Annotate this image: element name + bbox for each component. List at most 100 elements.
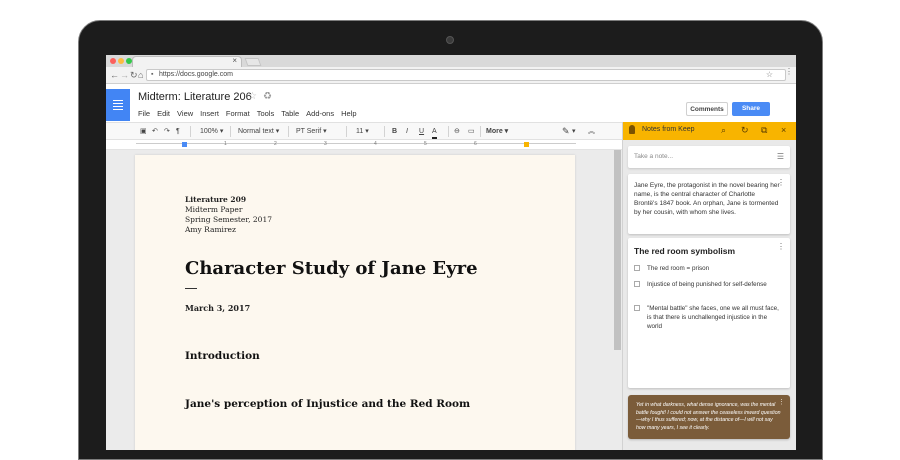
toolbar-divider bbox=[346, 126, 347, 137]
menu-insert[interactable]: Insert bbox=[200, 109, 219, 118]
format-toolbar: ▣ ↶ ↷ ¶ 100% ▾ Normal text ▾ PT Serif ▾ … bbox=[106, 122, 622, 140]
italic-button[interactable]: I bbox=[406, 126, 408, 137]
comment-icon[interactable]: ▭ bbox=[468, 126, 475, 137]
menu-bar: File Edit View Insert Format Tools Table… bbox=[138, 109, 357, 118]
collapse-toolbar-icon[interactable]: ︽ bbox=[588, 126, 595, 137]
take-note-placeholder: Take a note... bbox=[634, 153, 674, 160]
ruler-number: 4 bbox=[374, 141, 377, 147]
refresh-icon[interactable]: ↻ bbox=[741, 124, 749, 136]
font-value: PT Serif bbox=[296, 128, 322, 135]
keep-checklist-card[interactable]: The red room symbolism ⋮ The red room = … bbox=[628, 238, 790, 388]
ruler-number: 5 bbox=[424, 141, 427, 147]
keep-header: Notes from Keep ⌕ ↻ ⧉ × bbox=[623, 122, 796, 140]
menu-view[interactable]: View bbox=[177, 109, 193, 118]
menu-file[interactable]: File bbox=[138, 109, 150, 118]
checkbox[interactable] bbox=[634, 305, 640, 311]
document-heading: Character Study of Jane Eyre bbox=[185, 258, 478, 279]
back-icon[interactable]: ← bbox=[110, 69, 119, 81]
forward-icon[interactable]: → bbox=[120, 69, 129, 81]
browser-tab[interactable]: × bbox=[132, 56, 242, 67]
checklist-title: The red room symbolism bbox=[634, 246, 736, 256]
menu-help[interactable]: Help bbox=[341, 109, 356, 118]
checkbox[interactable] bbox=[634, 265, 640, 271]
url-text: https://docs.google.com bbox=[159, 71, 233, 78]
toolbar-divider bbox=[448, 126, 449, 137]
docs-header: Midterm: Literature 206 ☆ ♻ File Edit Vi… bbox=[106, 84, 796, 122]
paper-type-line: Midterm Paper bbox=[185, 205, 243, 214]
address-bar-row: ← → ↻ ⌂ ▪ https://docs.google.com ☆ ⋮ bbox=[106, 67, 796, 84]
document-scrollbar[interactable] bbox=[614, 150, 621, 350]
note-menu-icon[interactable]: ⋮ bbox=[778, 398, 785, 406]
section-heading-introduction: Introduction bbox=[185, 350, 260, 362]
tab-close-icon[interactable]: × bbox=[232, 56, 237, 65]
bold-button[interactable]: B bbox=[392, 126, 397, 137]
browser-menu-icon[interactable]: ⋮ bbox=[785, 67, 793, 76]
bookmark-star-icon[interactable]: ☆ bbox=[766, 70, 773, 79]
note-menu-icon[interactable]: ⋮ bbox=[777, 242, 785, 251]
keep-side-panel: Notes from Keep ⌕ ↻ ⧉ × Take a note... ☰… bbox=[622, 122, 796, 450]
underline-button[interactable]: U bbox=[419, 126, 424, 137]
star-document-icon[interactable]: ☆ bbox=[248, 91, 257, 102]
note-text: Jane Eyre, the protagonist in the novel … bbox=[634, 182, 780, 216]
keep-quote-card[interactable]: Yet in what darkness, what dense ignoran… bbox=[628, 395, 790, 439]
author-line: Amy Ramirez bbox=[185, 225, 236, 234]
checkbox[interactable] bbox=[634, 281, 640, 287]
menu-edit[interactable]: Edit bbox=[157, 109, 170, 118]
menu-format[interactable]: Format bbox=[226, 109, 250, 118]
share-label: Share bbox=[741, 105, 761, 112]
text-color-button[interactable]: A bbox=[432, 126, 437, 139]
zoom-value: 100% bbox=[200, 128, 218, 135]
pen-icon[interactable]: ✎ bbox=[562, 126, 570, 137]
print-icon[interactable]: ▣ bbox=[140, 126, 147, 137]
redo-icon[interactable]: ↷ bbox=[164, 126, 170, 137]
new-list-icon[interactable]: ☰ bbox=[777, 152, 784, 161]
comments-button[interactable]: Comments bbox=[686, 102, 728, 116]
section-heading-red-room: Jane's perception of Injustice and the R… bbox=[185, 398, 471, 410]
minimize-window-icon[interactable] bbox=[118, 58, 124, 64]
search-icon[interactable]: ⌕ bbox=[721, 124, 726, 136]
style-select[interactable]: Normal text ▾ bbox=[238, 126, 279, 137]
share-button[interactable]: Share bbox=[732, 102, 770, 116]
ruler-number: 2 bbox=[274, 141, 277, 147]
zoom-select[interactable]: 100% ▾ bbox=[200, 126, 223, 137]
menu-addons[interactable]: Add-ons bbox=[306, 109, 334, 118]
note-menu-icon[interactable]: ⋮ bbox=[777, 178, 785, 187]
menu-tools[interactable]: Tools bbox=[257, 109, 275, 118]
close-icon[interactable]: × bbox=[781, 124, 786, 136]
ruler-track bbox=[136, 143, 576, 147]
new-tab-button[interactable] bbox=[244, 58, 262, 66]
font-select[interactable]: PT Serif ▾ bbox=[296, 126, 327, 137]
close-window-icon[interactable] bbox=[110, 58, 116, 64]
link-icon[interactable]: ⊖ bbox=[454, 126, 460, 137]
left-indent-marker[interactable] bbox=[182, 142, 187, 147]
toolbar-divider bbox=[384, 126, 385, 137]
document-page[interactable]: Literature 209 Midterm Paper Spring Seme… bbox=[135, 155, 575, 450]
paint-format-icon[interactable]: ¶ bbox=[176, 126, 180, 137]
toolbar-divider bbox=[288, 126, 289, 137]
move-to-folder-icon[interactable]: ♻ bbox=[263, 91, 272, 102]
url-input[interactable]: ▪ https://docs.google.com ☆ bbox=[146, 69, 786, 81]
semester-line: Spring Semester, 2017 bbox=[185, 215, 272, 224]
document-title[interactable]: Midterm: Literature 206 bbox=[138, 91, 252, 103]
checklist-item-text: Injustice of being punished for self-def… bbox=[647, 281, 767, 288]
menu-table[interactable]: Table bbox=[281, 109, 299, 118]
take-note-input[interactable]: Take a note... ☰ bbox=[628, 146, 790, 168]
keep-note-card[interactable]: Jane Eyre, the protagonist in the novel … bbox=[628, 174, 790, 234]
webcam bbox=[446, 36, 454, 44]
more-label: More bbox=[486, 128, 503, 135]
size-select[interactable]: 11 ▾ bbox=[356, 126, 369, 137]
open-in-new-icon[interactable]: ⧉ bbox=[761, 124, 767, 136]
ruler-number: 1 bbox=[224, 141, 227, 147]
pen-dropdown-icon[interactable]: ▾ bbox=[572, 126, 576, 137]
right-indent-marker[interactable] bbox=[524, 142, 529, 147]
docs-logo-icon[interactable] bbox=[106, 89, 130, 121]
more-button[interactable]: More ▾ bbox=[486, 126, 508, 137]
home-icon[interactable]: ⌂ bbox=[138, 69, 143, 81]
undo-icon[interactable]: ↶ bbox=[152, 126, 158, 137]
ruler-number: 3 bbox=[324, 141, 327, 147]
tab-strip: × bbox=[106, 55, 796, 67]
paper-header: Literature 209 Midterm Paper Spring Seme… bbox=[185, 195, 272, 235]
reload-icon[interactable]: ↻ bbox=[130, 69, 138, 81]
quote-text: Yet in what darkness, what dense ignoran… bbox=[636, 402, 781, 431]
course-line: Literature 209 bbox=[185, 195, 247, 204]
